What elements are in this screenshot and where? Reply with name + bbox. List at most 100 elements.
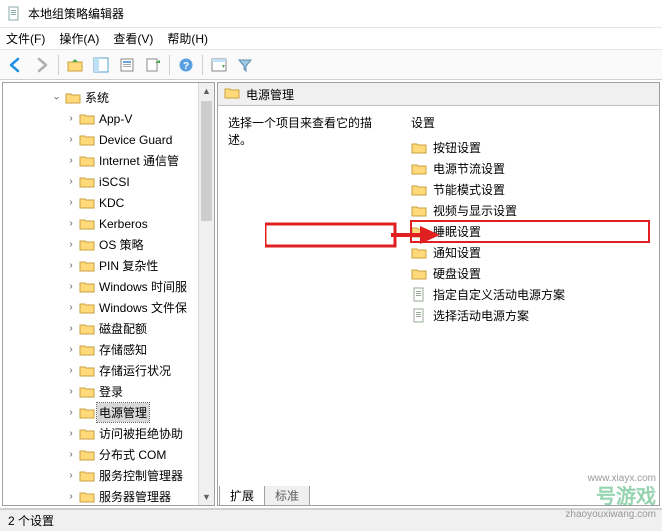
expand-caret-icon[interactable]: › — [65, 113, 77, 125]
tree-item[interactable]: ›Internet 通信管 — [3, 150, 214, 171]
folder-icon — [79, 111, 95, 127]
menu-action[interactable]: 操作(A) — [59, 30, 99, 47]
setting-folder[interactable]: 电源节流设置 — [411, 158, 649, 179]
tree-item-label: Kerberos — [97, 216, 150, 232]
expand-caret-icon[interactable]: › — [65, 197, 77, 209]
tree-item-label: Device Guard — [97, 132, 174, 148]
help-button[interactable]: ? — [174, 53, 198, 77]
tree-item-label: 分布式 COM — [97, 445, 168, 464]
tree[interactable]: ›系统›App-V›Device Guard›Internet 通信管›iSCS… — [3, 83, 214, 506]
menu-file[interactable]: 文件(F) — [6, 30, 45, 47]
menu-view[interactable]: 查看(V) — [113, 30, 153, 47]
setting-policy[interactable]: 指定自定义活动电源方案 — [411, 284, 649, 305]
tree-item[interactable]: ›服务控制管理器 — [3, 465, 214, 486]
folder-icon — [79, 300, 95, 316]
expand-caret-icon[interactable]: › — [65, 260, 77, 272]
tree-item-label: Windows 时间服 — [97, 277, 189, 296]
tree-item-label: KDC — [97, 195, 126, 211]
expand-caret-icon[interactable]: › — [65, 155, 77, 167]
export-button[interactable] — [141, 53, 165, 77]
properties-button[interactable] — [115, 53, 139, 77]
setting-label: 视频与显示设置 — [433, 202, 517, 219]
scroll-up-button[interactable]: ▲ — [199, 83, 214, 99]
folder-icon — [79, 468, 95, 484]
expand-caret-icon[interactable]: › — [65, 470, 77, 482]
expand-caret-icon[interactable]: › — [65, 218, 77, 230]
policy-icon — [411, 308, 427, 324]
folder-icon — [79, 216, 95, 232]
forward-button[interactable] — [30, 53, 54, 77]
expand-caret-icon[interactable]: › — [65, 407, 77, 419]
title-bar: 本地组策略编辑器 — [0, 0, 662, 28]
tree-item[interactable]: › Windows 时间服 — [3, 276, 214, 297]
scroll-thumb[interactable] — [201, 101, 212, 221]
expand-caret-icon[interactable]: › — [65, 386, 77, 398]
tree-item[interactable]: ›磁盘配额 — [3, 318, 214, 339]
expand-caret-icon[interactable]: › — [65, 449, 77, 461]
console-tree-button[interactable] — [89, 53, 113, 77]
folder-icon — [79, 489, 95, 505]
tree-item[interactable]: ›App-V — [3, 108, 214, 129]
folder-icon — [411, 224, 427, 240]
filter-button[interactable] — [233, 53, 257, 77]
tree-scrollbar[interactable]: ▲ ▼ — [198, 83, 214, 505]
tree-item-label: 登录 — [97, 382, 125, 401]
tree-item[interactable]: › 分布式 COM — [3, 444, 214, 465]
tab-standard[interactable]: 标准 — [264, 486, 310, 506]
expand-caret-icon[interactable]: › — [65, 323, 77, 335]
expand-caret-icon[interactable]: › — [65, 176, 77, 188]
tree-item[interactable]: › 存储感知 — [3, 339, 214, 360]
folder-icon — [79, 132, 95, 148]
folder-icon — [411, 182, 427, 198]
work-area: ›系统›App-V›Device Guard›Internet 通信管›iSCS… — [0, 80, 662, 509]
tree-item[interactable]: › Kerberos — [3, 213, 214, 234]
expand-caret-icon[interactable]: › — [65, 428, 77, 440]
expand-caret-icon[interactable]: › — [65, 491, 77, 503]
settings-list: 按钮设置电源节流设置节能模式设置视频与显示设置睡眠设置通知设置硬盘设置指定自定义… — [411, 137, 649, 326]
menu-help[interactable]: 帮助(H) — [167, 30, 208, 47]
show-hide-button[interactable] — [207, 53, 231, 77]
tree-item[interactable]: › KDC — [3, 192, 214, 213]
folder-icon — [79, 195, 95, 211]
tree-item[interactable]: ›Windows 文件保 — [3, 297, 214, 318]
tab-extended[interactable]: 扩展 — [219, 486, 265, 506]
expand-caret-icon[interactable]: › — [65, 344, 77, 356]
setting-folder[interactable]: 睡眠设置 — [411, 221, 649, 242]
setting-policy[interactable]: 选择活动电源方案 — [411, 305, 649, 326]
expand-caret-icon[interactable]: › — [65, 365, 77, 377]
tree-item[interactable]: › 存储运行状况 — [3, 360, 214, 381]
setting-folder[interactable]: 节能模式设置 — [411, 179, 649, 200]
tree-item-root[interactable]: ›系统 — [3, 87, 214, 108]
tree-item-label: 存储感知 — [97, 340, 149, 359]
tree-pane: ›系统›App-V›Device Guard›Internet 通信管›iSCS… — [2, 82, 215, 506]
folder-icon — [79, 321, 95, 337]
scroll-down-button[interactable]: ▼ — [199, 489, 214, 505]
setting-label: 电源节流设置 — [433, 160, 505, 177]
expand-caret-icon[interactable]: › — [51, 92, 63, 104]
tree-item[interactable]: ›访问被拒绝协助 — [3, 423, 214, 444]
tree-item[interactable]: › Device Guard — [3, 129, 214, 150]
folder-icon — [65, 90, 81, 106]
folder-icon — [79, 153, 95, 169]
tree-item[interactable]: ›iSCSI — [3, 171, 214, 192]
setting-folder[interactable]: 按钮设置 — [411, 137, 649, 158]
expand-caret-icon[interactable]: › — [65, 302, 77, 314]
up-button[interactable] — [63, 53, 87, 77]
setting-folder[interactable]: 通知设置 — [411, 242, 649, 263]
setting-folder[interactable]: 硬盘设置 — [411, 263, 649, 284]
tree-item[interactable]: ›电源管理 — [3, 402, 214, 423]
tree-item-label: 存储运行状况 — [97, 361, 173, 380]
tree-item[interactable]: ›OS 策略 — [3, 234, 214, 255]
settings-column: 设置 按钮设置电源节流设置节能模式设置视频与显示设置睡眠设置通知设置硬盘设置指定… — [411, 114, 649, 505]
tree-item[interactable]: ›服务器管理器 — [3, 486, 214, 506]
back-button[interactable] — [4, 53, 28, 77]
expand-caret-icon[interactable]: › — [65, 239, 77, 251]
detail-heading: 电源管理 — [246, 86, 294, 103]
setting-label: 按钮设置 — [433, 139, 481, 156]
setting-folder[interactable]: 视频与显示设置 — [411, 200, 649, 221]
tree-item[interactable]: › 登录 — [3, 381, 214, 402]
app-icon — [6, 6, 22, 22]
tree-item[interactable]: ›PIN 复杂性 — [3, 255, 214, 276]
expand-caret-icon[interactable]: › — [65, 281, 77, 293]
expand-caret-icon[interactable]: › — [65, 134, 77, 146]
